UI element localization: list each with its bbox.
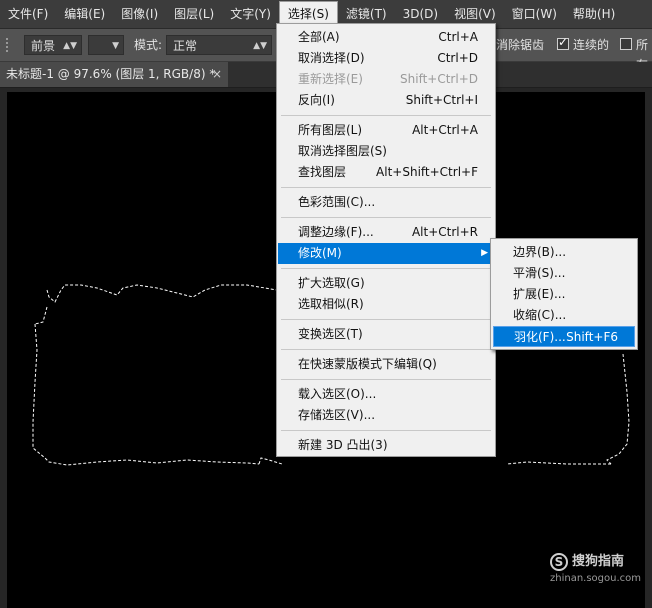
pattern-picker[interactable]: ▼ (88, 35, 124, 55)
mode-value: 正常 (173, 39, 198, 53)
all-layers-checkbox[interactable] (620, 38, 632, 50)
menu-item-label: 取消选择(D) (298, 51, 365, 65)
menu-item-label: 调整边缘(F)... (298, 225, 374, 239)
menu-item-load-selection[interactable]: 载入选区(O)... (278, 384, 494, 405)
menu-item-similar[interactable]: 选取相似(R) (278, 294, 494, 315)
menu-item-inverse[interactable]: 反向(I) Shift+Ctrl+I (278, 90, 494, 111)
menu-item-label: 重新选择(E) (298, 72, 363, 86)
menu-item-label: 扩展(E)... (513, 287, 566, 301)
menu-item-reselect: 重新选择(E) Shift+Ctrl+D (278, 69, 494, 90)
menu-item-shortcut: Alt+Shift+Ctrl+F (376, 165, 478, 179)
updown-icon: ▲▼ (253, 41, 267, 51)
menu-item-label: 全部(A) (298, 30, 340, 44)
menu-separator (281, 379, 491, 380)
menu-item-label: 扩大选取(G) (298, 276, 365, 290)
close-icon[interactable]: × (212, 62, 222, 87)
menu-separator (281, 115, 491, 116)
menu-item-all-layers[interactable]: 所有图层(L) Alt+Ctrl+A (278, 120, 494, 141)
menu-item-modify[interactable]: 修改(M) ▶ (278, 243, 494, 264)
menu-item-label: 反向(I) (298, 93, 335, 107)
fill-source-value: 前景 (31, 39, 56, 53)
contiguous-label: 连续的 (573, 38, 610, 52)
mode-select[interactable]: 正常 ▲▼ (166, 35, 272, 55)
submenu-item-expand[interactable]: 扩展(E)... (493, 284, 635, 305)
menu-item-label: 变换选区(T) (298, 327, 363, 341)
menu-separator (281, 217, 491, 218)
menu-item-new-3d-extrusion[interactable]: 新建 3D 凸出(3) (278, 435, 494, 456)
select-menu-dropdown: 全部(A) Ctrl+A 取消选择(D) Ctrl+D 重新选择(E) Shif… (276, 23, 496, 457)
chevron-down-icon: ▼ (112, 41, 119, 51)
updown-icon: ▲▼ (63, 41, 77, 51)
submenu-item-contract[interactable]: 收缩(C)... (493, 305, 635, 326)
contiguous-checkbox[interactable] (557, 35, 569, 50)
mode-label: 模式: (134, 38, 163, 52)
fill-source-select[interactable]: 前景 ▲▼ (24, 35, 82, 55)
menu-item-label: 羽化(F)... (514, 330, 566, 344)
submenu-item-feather[interactable]: 羽化(F)... Shift+F6 (493, 326, 635, 347)
menu-item-save-selection[interactable]: 存储选区(V)... (278, 405, 494, 426)
menu-item-quick-mask[interactable]: 在快速蒙版模式下编辑(Q) (278, 354, 494, 375)
menu-item-transform-selection[interactable]: 变换选区(T) (278, 324, 494, 345)
menu-item-label: 收缩(C)... (513, 308, 567, 322)
menu-item-shortcut: Ctrl+D (437, 51, 478, 65)
menu-item-grow[interactable]: 扩大选取(G) (278, 273, 494, 294)
menu-item-shortcut: Alt+Ctrl+A (412, 123, 478, 137)
modify-submenu: 边界(B)... 平滑(S)... 扩展(E)... 收缩(C)... 羽化(F… (490, 238, 638, 350)
menu-image[interactable]: 图像(I) (113, 0, 166, 28)
menu-item-deselect[interactable]: 取消选择(D) Ctrl+D (278, 48, 494, 69)
menu-item-label: 载入选区(O)... (298, 387, 377, 401)
menu-separator (281, 319, 491, 320)
menu-item-label: 所有图层(L) (298, 123, 363, 137)
menu-item-color-range[interactable]: 色彩范围(C)... (278, 192, 494, 213)
submenu-item-border[interactable]: 边界(B)... (493, 242, 635, 263)
menu-file[interactable]: 文件(F) (0, 0, 56, 28)
menu-help[interactable]: 帮助(H) (565, 0, 623, 28)
sogou-logo-icon: S (550, 553, 568, 571)
menu-type[interactable]: 文字(Y) (222, 0, 279, 28)
submenu-item-smooth[interactable]: 平滑(S)... (493, 263, 635, 284)
menu-item-label: 色彩范围(C)... (298, 195, 376, 209)
document-tab[interactable]: 未标题-1 @ 97.6% (图层 1, RGB/8) * × (0, 62, 228, 87)
sogou-watermark: S 搜狗指南 zhinan.sogou.com (550, 553, 642, 593)
menu-item-label: 查找图层 (298, 165, 347, 179)
menu-item-label: 修改(M) (298, 246, 342, 260)
menu-item-label: 新建 3D 凸出(3) (298, 438, 388, 452)
menu-item-shortcut: Shift+F6 (566, 330, 618, 344)
menu-item-label: 取消选择图层(S) (298, 144, 387, 158)
menu-item-refine-edge[interactable]: 调整边缘(F)... Alt+Ctrl+R (278, 222, 494, 243)
menu-edit[interactable]: 编辑(E) (56, 0, 113, 28)
menu-layer[interactable]: 图层(L) (166, 0, 222, 28)
toolbar-grip[interactable] (6, 38, 16, 52)
watermark-brand: 搜狗指南 (572, 554, 625, 569)
menu-item-shortcut: Ctrl+A (438, 30, 478, 44)
menu-item-select-all[interactable]: 全部(A) Ctrl+A (278, 27, 494, 48)
watermark-url: zhinan.sogou.com (550, 573, 642, 584)
menu-item-label: 存储选区(V)... (298, 408, 376, 422)
menu-item-shortcut: Shift+Ctrl+I (405, 93, 478, 107)
document-title: 未标题-1 @ 97.6% (图层 1, RGB/8) * (6, 67, 216, 81)
menu-item-label: 平滑(S)... (513, 266, 566, 280)
menu-separator (281, 187, 491, 188)
menu-separator (281, 349, 491, 350)
menu-window[interactable]: 窗口(W) (504, 0, 565, 28)
menu-item-deselect-layers[interactable]: 取消选择图层(S) (278, 141, 494, 162)
submenu-arrow-icon: ▶ (481, 248, 488, 258)
menu-item-label: 在快速蒙版模式下编辑(Q) (298, 357, 437, 371)
menu-separator (281, 430, 491, 431)
antialias-label: 消除锯齿 (496, 38, 545, 52)
menu-item-shortcut: Alt+Ctrl+R (411, 225, 478, 239)
menu-item-label: 选取相似(R) (298, 297, 364, 311)
menu-item-find-layers[interactable]: 查找图层 Alt+Shift+Ctrl+F (278, 162, 494, 183)
menu-item-label: 边界(B)... (513, 245, 567, 259)
menu-item-shortcut: Shift+Ctrl+D (400, 72, 478, 86)
menu-separator (281, 268, 491, 269)
